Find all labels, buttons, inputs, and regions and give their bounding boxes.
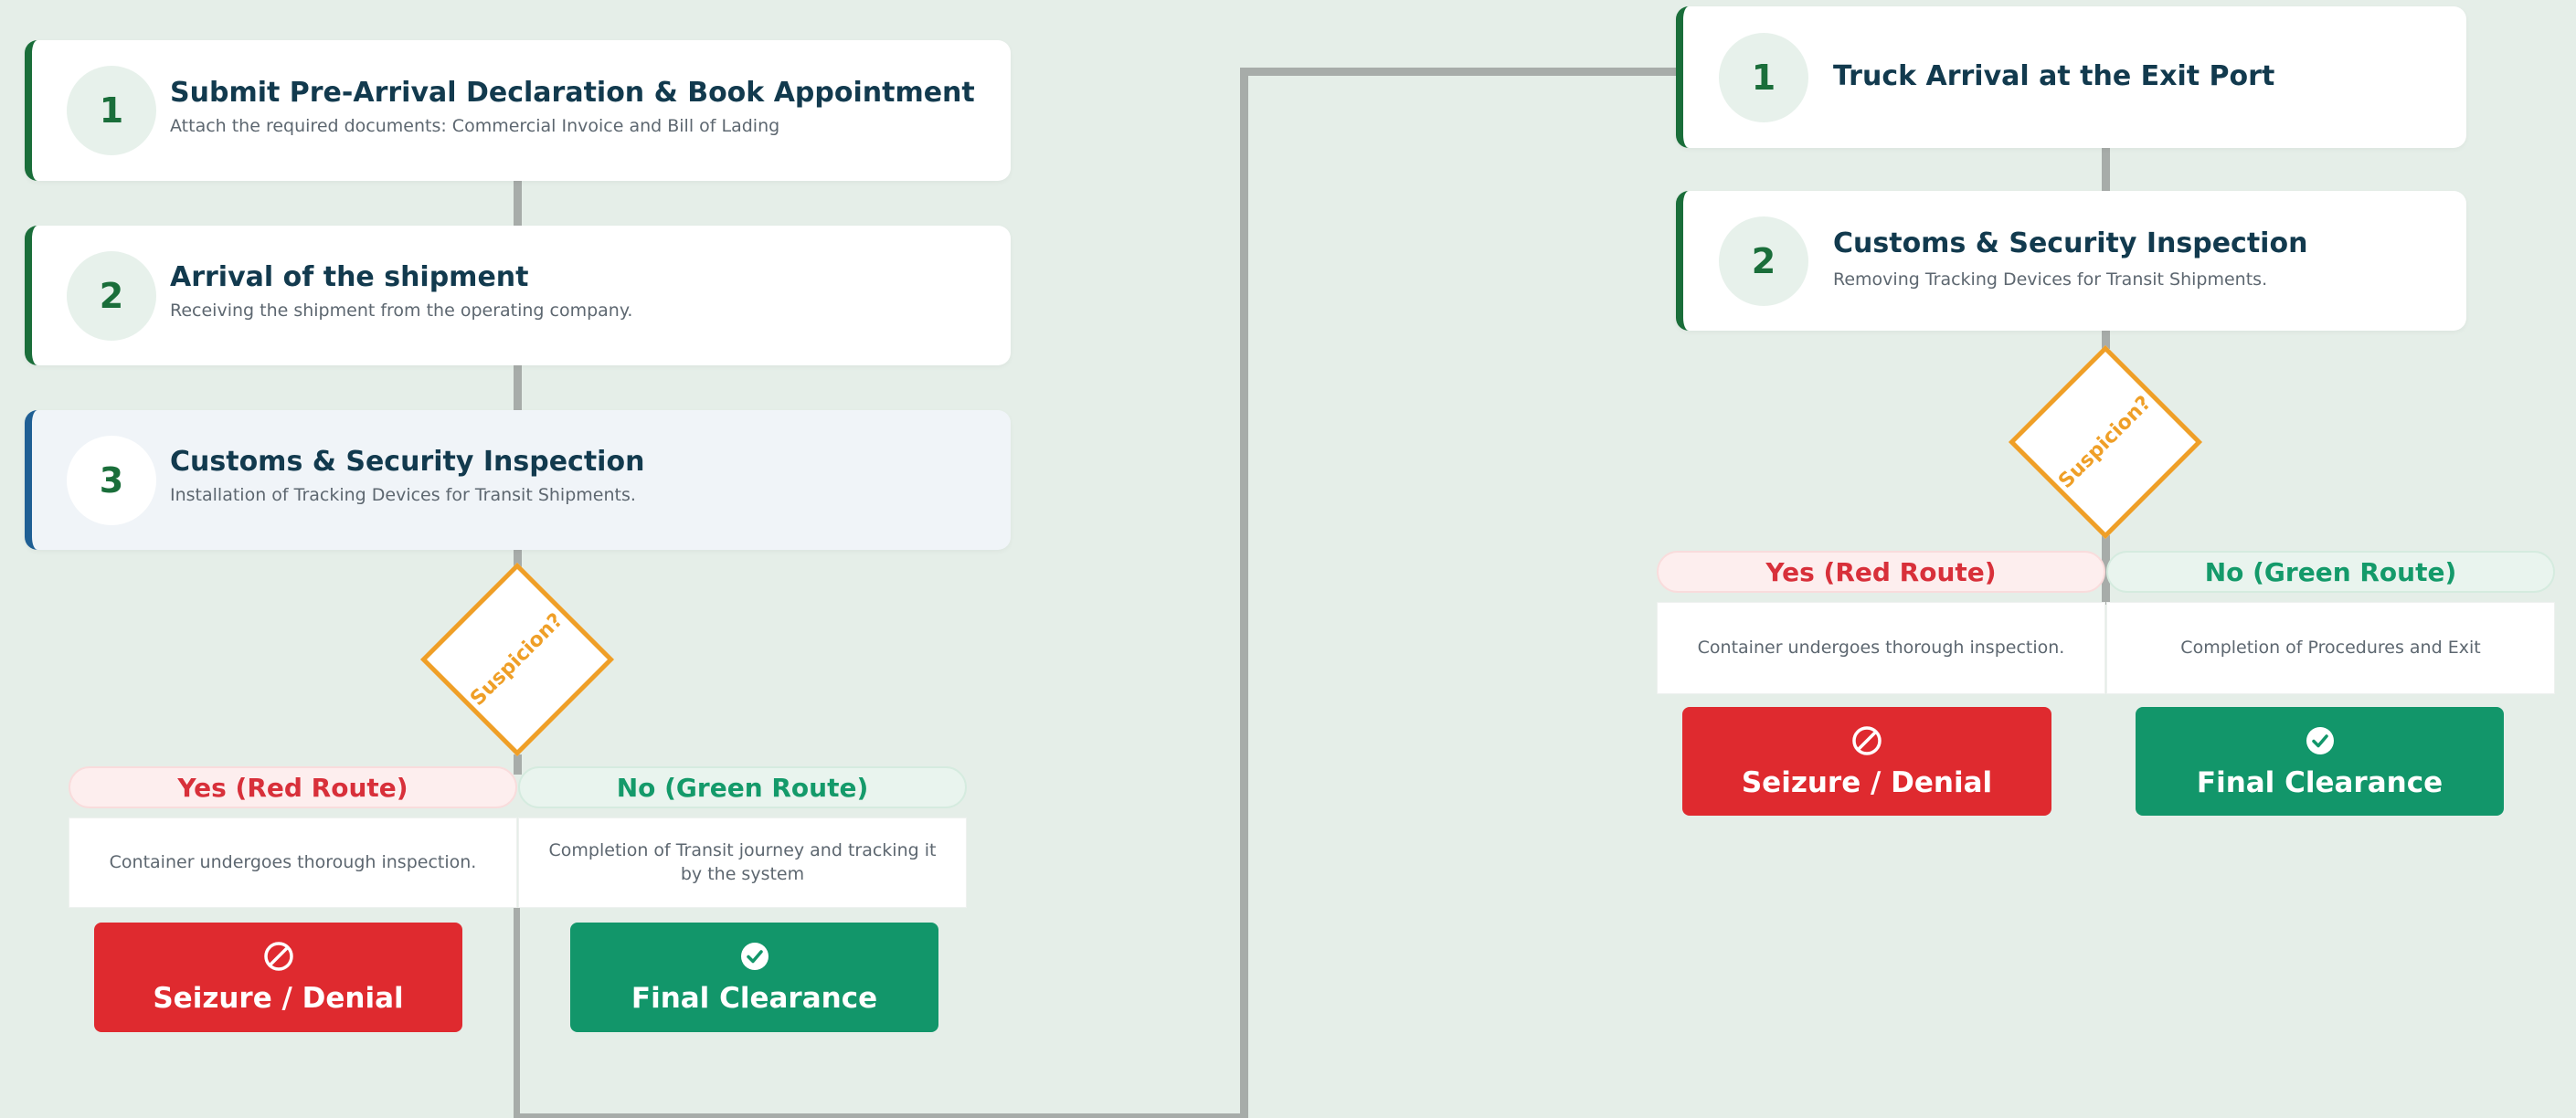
connector-bridge-bottom [514, 1113, 1248, 1118]
step-number: 2 [1719, 216, 1808, 306]
left-step-3-card: 3 Customs & Security Inspection Installa… [25, 410, 1011, 550]
step-description: Installation of Tracking Devices for Tra… [170, 485, 636, 505]
step-title: Submit Pre-Arrival Declaration & Book Ap… [170, 77, 975, 109]
clearance-label: Final Clearance [631, 982, 878, 1015]
left-decision-diamond: Suspicion? [419, 562, 615, 757]
check-circle-icon [2306, 726, 2334, 754]
left-seizure-denial-box: Seizure / Denial [94, 923, 462, 1032]
left-no-description: Completion of Transit journey and tracki… [518, 817, 967, 908]
right-yes-description: Container undergoes thorough inspection. [1657, 602, 2105, 694]
decision-label: Suspicion? [2054, 391, 2157, 493]
step-title: Customs & Security Inspection [170, 446, 645, 478]
right-seizure-denial-box: Seizure / Denial [1682, 707, 2051, 816]
right-decision-diamond: Suspicion? [2008, 344, 2203, 540]
left-yes-description: Container undergoes thorough inspection. [69, 817, 517, 908]
right-final-clearance-box: Final Clearance [2136, 707, 2504, 816]
decision-label: Suspicion? [466, 608, 568, 711]
step-description: Receiving the shipment from the operatin… [170, 301, 633, 321]
left-step-1-card: 1 Submit Pre-Arrival Declaration & Book … [25, 40, 1011, 181]
connector-left-2-3 [514, 365, 522, 411]
connector-bridge-top [1240, 68, 1680, 76]
left-yes-route-label: Yes (Red Route) [69, 766, 517, 808]
ban-icon [1852, 725, 1882, 755]
step-number: 3 [67, 436, 156, 525]
clearance-label: Final Clearance [2196, 765, 2443, 799]
denial-label: Seizure / Denial [1741, 765, 1993, 799]
step-title: Customs & Security Inspection [1833, 227, 2308, 259]
right-no-route-label: No (Green Route) [2106, 551, 2555, 593]
connector-left-branch-bottom [514, 908, 520, 1118]
connector-right-1-2 [2102, 148, 2110, 192]
left-no-route-label: No (Green Route) [518, 766, 967, 808]
step-number: 2 [67, 251, 156, 341]
left-final-clearance-box: Final Clearance [570, 923, 938, 1032]
left-step-2-card: 2 Arrival of the shipment Receiving the … [25, 226, 1011, 365]
right-yes-route-label: Yes (Red Route) [1657, 551, 2105, 593]
right-no-description: Completion of Procedures and Exit [2106, 602, 2555, 694]
step-title: Arrival of the shipment [170, 261, 529, 293]
connector-bridge-vertical [1240, 68, 1248, 1118]
check-circle-icon [740, 943, 769, 970]
right-step-2-card: 2 Customs & Security Inspection Removing… [1676, 191, 2466, 331]
step-number: 1 [1719, 33, 1808, 122]
step-description: Removing Tracking Devices for Transit Sh… [1833, 269, 2268, 290]
ban-icon [263, 942, 293, 971]
connector-left-1-2 [514, 181, 522, 227]
denial-label: Seizure / Denial [153, 982, 404, 1015]
connector-left-decision-branch [514, 754, 522, 775]
right-step-1-card: 1 Truck Arrival at the Exit Port [1676, 6, 2466, 148]
step-description: Attach the required documents: Commercia… [170, 116, 780, 136]
step-number: 1 [67, 66, 156, 155]
step-title: Truck Arrival at the Exit Port [1833, 60, 2275, 92]
